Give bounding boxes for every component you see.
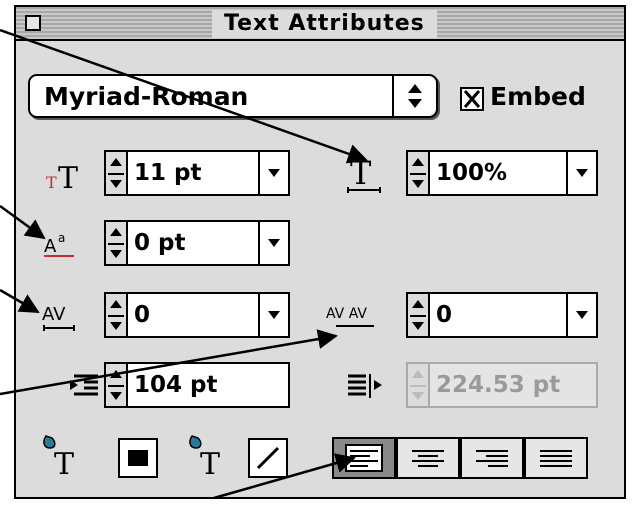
callout-line-alignment <box>213 453 356 500</box>
callout-line-horizontal-scale <box>0 28 368 164</box>
callout-line-kerning <box>0 288 40 314</box>
callout-lines <box>0 28 368 500</box>
callout-line-baseline-shift <box>0 204 46 240</box>
callout-line-tracking <box>0 329 338 396</box>
